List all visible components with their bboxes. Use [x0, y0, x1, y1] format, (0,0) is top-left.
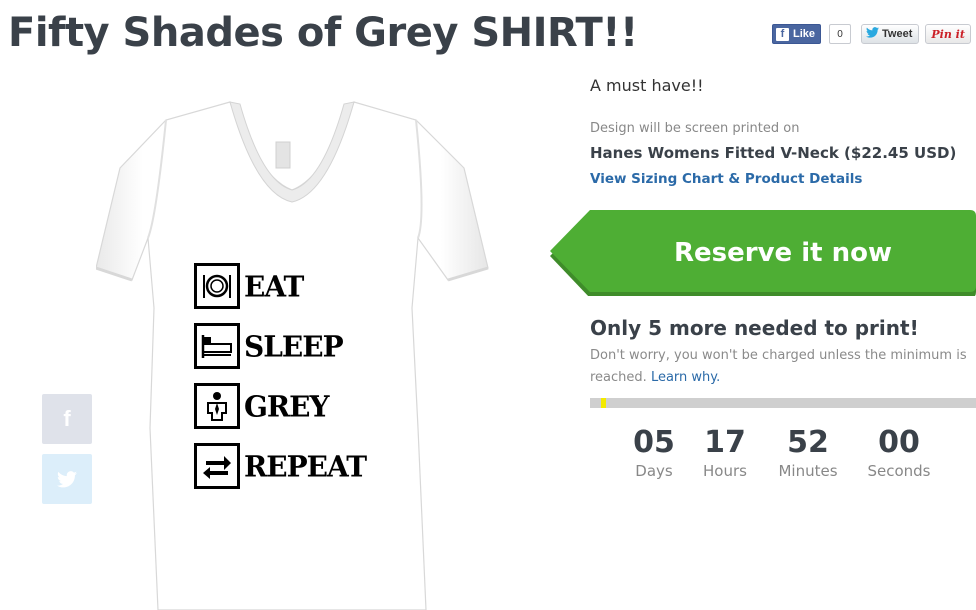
needed-to-print: Only 5 more needed to print! — [590, 316, 919, 340]
plate-fork-knife-icon — [194, 263, 240, 309]
countdown-label: Minutes — [778, 462, 838, 480]
shirt-print-word: REPEAT — [244, 448, 367, 484]
charge-note: Don't worry, you won't be charged unless… — [590, 345, 976, 389]
shirt-print-word: GREY — [244, 388, 330, 424]
countdown-unit: 52 Minutes — [768, 424, 848, 480]
twitter-icon — [866, 27, 880, 41]
side-twitter-button[interactable] — [42, 454, 92, 504]
learn-why-link[interactable]: Learn why. — [651, 370, 720, 385]
shirt-print-line: EAT — [194, 256, 434, 316]
page-title: Fifty Shades of Grey SHIRT!! — [8, 10, 638, 56]
countdown-value: 17 — [704, 425, 746, 460]
countdown-label: Seconds — [867, 462, 931, 480]
progress-fill — [600, 398, 606, 408]
arrows-swap-icon — [194, 443, 240, 489]
shirt-print-line: REPEAT — [194, 436, 434, 496]
shirt-print-line: GREY — [194, 376, 434, 436]
countdown-value: 00 — [878, 425, 920, 460]
facebook-like-count: 0 — [829, 24, 852, 44]
sizing-chart-link[interactable]: View Sizing Chart & Product Details — [590, 171, 862, 187]
countdown-value: 05 — [633, 425, 675, 460]
share-bar: f Like 0 Tweet Pin it — [772, 24, 971, 44]
product-tagline: A must have!! — [590, 76, 704, 95]
shirt-print: EAT SLEEP GREY REPEAT — [194, 256, 434, 496]
reserve-button-label: Reserve it now — [673, 238, 892, 268]
facebook-like-button[interactable]: f Like — [772, 24, 822, 44]
campaign-progress-bar — [590, 398, 976, 408]
shirt-print-word: SLEEP — [244, 328, 344, 364]
product-image[interactable]: EAT SLEEP GREY REPEAT — [95, 98, 516, 610]
shirt-print-line: SLEEP — [194, 316, 434, 376]
facebook-icon: f — [63, 406, 71, 431]
tweet-label: Tweet — [882, 28, 913, 40]
facebook-like-label: Like — [793, 28, 816, 40]
countdown-unit: 00 Seconds — [859, 424, 939, 480]
side-social-buttons: f — [42, 394, 92, 514]
facebook-icon: f — [776, 27, 789, 41]
design-note: Design will be screen printed on — [590, 121, 800, 136]
countdown-value: 52 — [787, 425, 829, 460]
countdown-label: Hours — [703, 462, 747, 480]
charge-note-text: Don't worry, you won't be charged unless… — [590, 348, 967, 385]
product-name: Hanes Womens Fitted V-Neck ($22.45 USD) — [590, 144, 957, 162]
reserve-button[interactable]: Reserve it now — [550, 210, 976, 296]
countdown-unit: 05 Days — [614, 424, 694, 480]
tweet-button[interactable]: Tweet — [861, 24, 920, 44]
man-in-suit-icon — [194, 383, 240, 429]
side-facebook-button[interactable]: f — [42, 394, 92, 444]
pin-it-button[interactable]: Pin it — [925, 24, 971, 44]
countdown-unit: 17 Hours — [685, 424, 765, 480]
countdown-timer: 05 Days 17 Hours 52 Minutes 00 Seconds — [590, 424, 976, 484]
bed-icon — [194, 323, 240, 369]
shirt-print-word: EAT — [244, 268, 304, 304]
twitter-bird-icon — [57, 470, 77, 487]
countdown-label: Days — [635, 462, 673, 480]
